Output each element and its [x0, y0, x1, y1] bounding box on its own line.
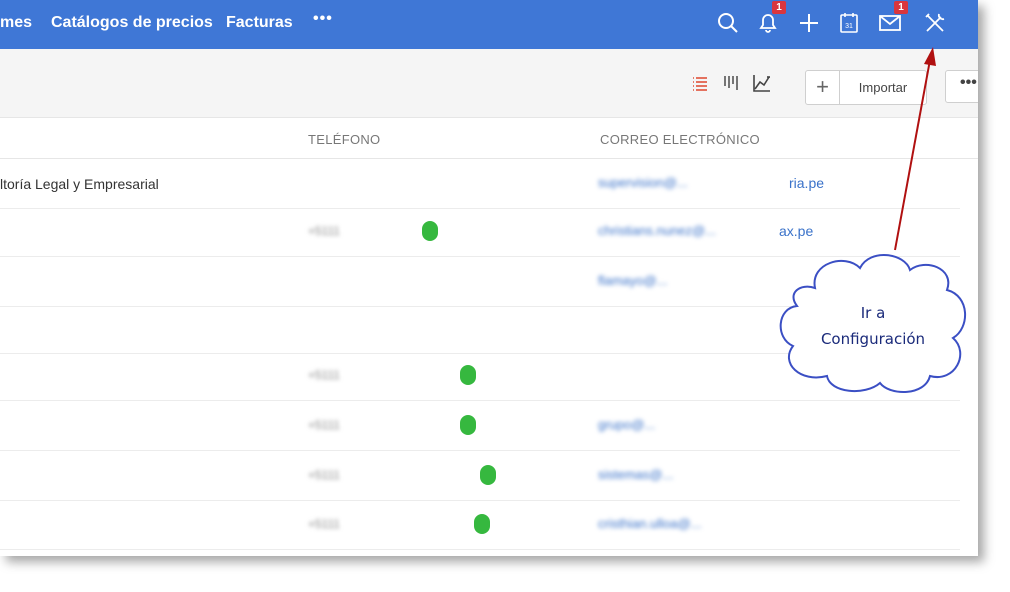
top-navigation-bar: mes Catálogos de precios Facturas ••• 1 …: [0, 0, 978, 49]
callout-text: Ir a Configuración: [775, 300, 971, 352]
email-link[interactable]: christians.nunez@...: [598, 223, 716, 238]
tools-icon: [925, 13, 945, 32]
annotation-cloud-callout: Ir a Configuración: [775, 248, 971, 396]
add-button[interactable]: [796, 10, 822, 36]
calendar-icon: 31: [840, 13, 858, 33]
chart-view-icon[interactable]: [752, 73, 772, 93]
callout-line-2: Configuración: [820, 330, 926, 348]
calendar-day: 31: [845, 23, 853, 30]
search-icon[interactable]: [715, 10, 741, 36]
phone-value: +5111: [308, 468, 340, 482]
plus-icon: [800, 14, 818, 32]
notifications-button[interactable]: 1: [755, 1, 786, 36]
notifications-badge: 1: [772, 1, 786, 14]
table-header: TELÉFONO CORREO ELECTRÓNICO: [0, 118, 978, 159]
import-button[interactable]: Importar: [840, 71, 926, 104]
email-link-visible[interactable]: ria.pe: [789, 175, 824, 191]
toolbar-more-button[interactable]: •••: [945, 70, 978, 103]
phone-value: +5111: [308, 418, 340, 432]
email-link-visible[interactable]: ax.pe: [779, 223, 813, 239]
list-toolbar: + Importar •••: [0, 49, 978, 118]
table-row[interactable]: +5111 grupo@...: [0, 401, 960, 451]
phone-value: +5111: [308, 224, 340, 238]
table-row[interactable]: +5111 cristhian.ulloa@...: [0, 500, 960, 550]
phone-value: +5111: [308, 517, 340, 531]
settings-tools-button[interactable]: [922, 10, 948, 36]
email-link[interactable]: grupo@...: [598, 417, 655, 432]
list-view-icon[interactable]: [690, 73, 710, 93]
email-link[interactable]: cristhian.ulloa@...: [598, 516, 702, 531]
add-record-button[interactable]: +: [806, 71, 840, 104]
whatsapp-icon[interactable]: [422, 221, 438, 241]
calendar-button[interactable]: 31: [836, 10, 862, 36]
whatsapp-icon[interactable]: [460, 365, 476, 385]
table-row[interactable]: ltoría Legal y Empresarial supervision@.…: [0, 159, 960, 209]
email-link[interactable]: flamayo@...: [598, 273, 668, 288]
whatsapp-icon[interactable]: [474, 514, 490, 534]
column-header-phone[interactable]: TELÉFONO: [308, 132, 380, 147]
phone-value: +5111: [308, 368, 340, 382]
nav-item-invoices[interactable]: Facturas: [226, 14, 293, 32]
organization-name[interactable]: ltoría Legal y Empresarial: [0, 176, 159, 192]
kanban-view-icon[interactable]: [721, 73, 741, 93]
column-header-email[interactable]: CORREO ELECTRÓNICO: [600, 132, 760, 147]
nav-item-informes[interactable]: mes: [0, 14, 32, 32]
email-link[interactable]: sistemas@...: [598, 467, 673, 482]
mail-badge: 1: [894, 1, 908, 14]
whatsapp-icon[interactable]: [460, 415, 476, 435]
email-link[interactable]: supervision@...: [598, 175, 688, 190]
callout-line-1: Ir a: [860, 304, 886, 322]
mail-button[interactable]: 1: [877, 1, 908, 36]
whatsapp-icon[interactable]: [480, 465, 496, 485]
table-row[interactable]: +5111 sistemas@...: [0, 451, 960, 501]
create-import-group: + Importar: [805, 70, 927, 105]
nav-item-price-catalogs[interactable]: Catálogos de precios: [51, 14, 213, 32]
nav-more-button[interactable]: •••: [313, 10, 333, 28]
